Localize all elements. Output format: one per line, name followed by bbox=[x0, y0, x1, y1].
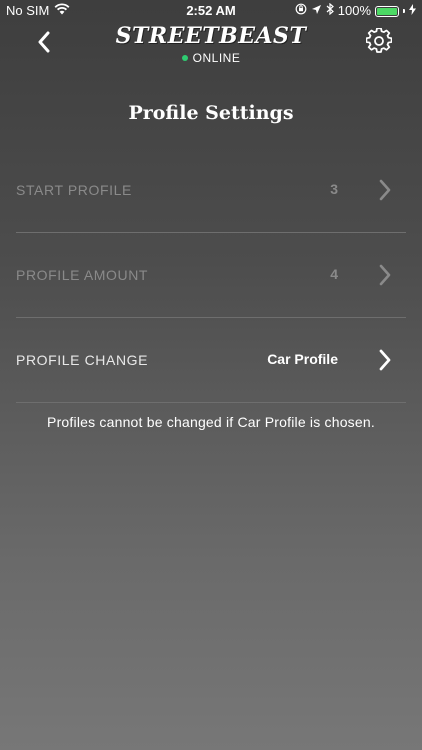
battery-fill bbox=[377, 7, 397, 15]
chevron-right-icon bbox=[378, 179, 392, 201]
settings-list: START PROFILE 3 PROFILE AMOUNT 4 PROFILE… bbox=[16, 148, 406, 403]
streetbeast-logo: STREETBEAST bbox=[115, 23, 307, 49]
battery-percent: 100% bbox=[337, 3, 371, 18]
gear-icon bbox=[365, 26, 393, 59]
battery-cap bbox=[403, 9, 405, 13]
brand: STREETBEAST ONLINE bbox=[0, 22, 422, 66]
settings-button[interactable] bbox=[364, 26, 394, 59]
charging-icon bbox=[409, 0, 416, 22]
settings-row-value: 4 bbox=[330, 266, 338, 282]
nav-bar: STREETBEAST ONLINE bbox=[0, 22, 422, 68]
settings-row-label: PROFILE CHANGE bbox=[16, 352, 149, 368]
settings-row-profile-change[interactable]: PROFILE CHANGE Car Profile bbox=[16, 318, 406, 403]
page-title: Profile Settings bbox=[128, 102, 294, 124]
settings-row-label: START PROFILE bbox=[16, 182, 132, 198]
connection-status: ONLINE bbox=[181, 51, 241, 65]
status-icons: 100% bbox=[295, 0, 416, 22]
connection-status-label: ONLINE bbox=[192, 51, 241, 65]
settings-row-value: 3 bbox=[330, 181, 338, 197]
status-bar: No SIM 2:52 AM 100% bbox=[0, 0, 422, 22]
settings-row-value: Car Profile bbox=[267, 351, 338, 367]
chevron-right-icon bbox=[378, 264, 392, 286]
profile-change-note: Profiles cannot be changed if Car Profil… bbox=[47, 414, 375, 430]
settings-row-label: PROFILE AMOUNT bbox=[16, 267, 149, 283]
online-indicator-dot bbox=[181, 55, 188, 61]
settings-row-start-profile[interactable]: START PROFILE 3 bbox=[16, 148, 406, 233]
bluetooth-icon bbox=[326, 0, 334, 22]
location-icon bbox=[311, 0, 322, 22]
battery-icon bbox=[375, 5, 399, 17]
orientation-lock-icon bbox=[295, 0, 307, 22]
settings-row-profile-amount[interactable]: PROFILE AMOUNT 4 bbox=[16, 233, 406, 318]
chevron-right-icon bbox=[378, 349, 392, 371]
